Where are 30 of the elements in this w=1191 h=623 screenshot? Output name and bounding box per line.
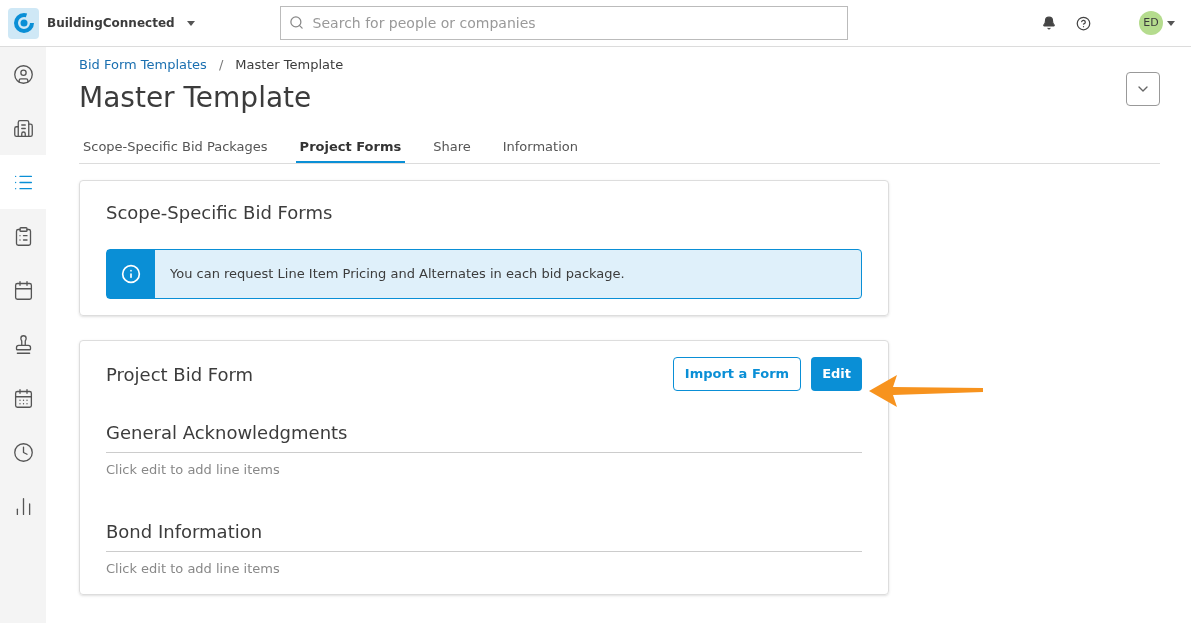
section-hint: Click edit to add line items	[106, 559, 281, 578]
caret-icon	[1167, 20, 1175, 26]
tab[interactable]: Share	[429, 136, 475, 163]
section-hint: Click edit to add line items	[106, 461, 281, 479]
card-title: Project Bid Form	[106, 362, 254, 387]
app-switcher[interactable]: BuildingConnected	[47, 14, 195, 32]
user-menu[interactable]: ED	[1139, 11, 1175, 35]
section-title: Bond Information	[106, 517, 862, 552]
section-title: General Acknowledgments	[106, 419, 862, 453]
user-avatar: ED	[1139, 11, 1163, 35]
info-icon	[121, 264, 141, 284]
breadcrumb-link[interactable]: Bid Form Templates	[79, 55, 207, 75]
page-title: Master Template	[79, 79, 312, 116]
app-logo-icon[interactable]	[8, 7, 39, 39]
breadcrumb-current: Master Template	[235, 56, 344, 74]
tab[interactable]: Scope-Specific Bid Packages	[79, 136, 272, 163]
caret-icon	[186, 20, 195, 26]
tab[interactable]: Information	[498, 136, 582, 163]
help-icon[interactable]	[1076, 15, 1091, 31]
info-text: You can request Line Item Pricing and Alternates in each bid package.	[170, 265, 625, 284]
arrow-icon	[869, 373, 985, 409]
breadcrumb-separator: /	[218, 56, 224, 74]
edit-button[interactable]: Edit	[811, 357, 862, 391]
bell-icon[interactable]	[1042, 16, 1056, 30]
tab[interactable]: Project Forms	[295, 136, 406, 163]
dropdown-button[interactable]	[1126, 71, 1160, 106]
card-title: Scope-Specific Bid Forms	[106, 201, 334, 225]
import-button[interactable]: Import a Form	[672, 357, 802, 391]
search-field[interactable]: Search for people or companies	[279, 6, 848, 40]
search-icon	[288, 15, 304, 30]
